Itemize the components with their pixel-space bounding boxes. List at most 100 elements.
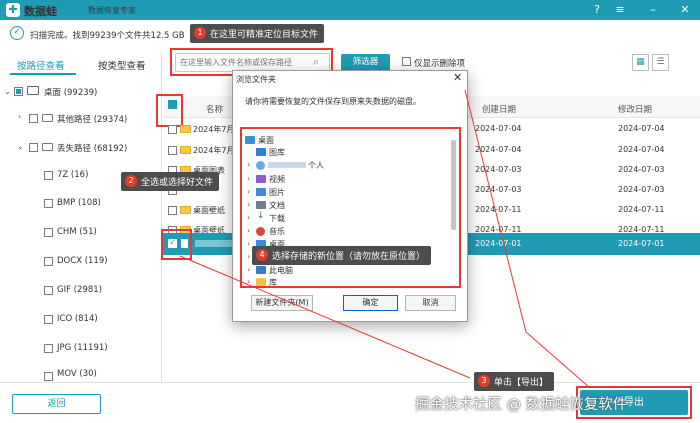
folder-icon <box>180 206 191 214</box>
folder-icon <box>180 125 191 133</box>
scan-complete-icon: ✓ <box>10 26 24 40</box>
tree-checkbox[interactable] <box>14 87 23 96</box>
dialog-close-icon[interactable]: ✕ <box>453 71 462 84</box>
tip-number: 4 <box>256 249 268 261</box>
modified-date: 2024-07-03 <box>618 165 665 174</box>
back-button[interactable]: 返回 <box>12 394 101 414</box>
new-folder-button[interactable]: 新建文件夹(M) <box>251 295 313 311</box>
tree-item-ico[interactable]: ICO (814) <box>57 314 98 324</box>
tip-number: 3 <box>478 375 490 387</box>
video-icon <box>256 175 266 183</box>
chevron-right-icon[interactable]: › <box>247 252 250 261</box>
ok-button[interactable]: 确定 <box>343 295 398 311</box>
grid-view-icon[interactable]: ▦ <box>632 54 649 71</box>
tree-checkbox[interactable] <box>29 114 38 123</box>
music-icon <box>256 227 265 236</box>
folder-tree-scrollbar[interactable] <box>451 140 456 230</box>
tip-number: 1 <box>194 27 206 39</box>
tree-item-bmp[interactable]: BMP (108) <box>57 198 101 208</box>
chevron-right-icon[interactable]: › <box>247 213 250 222</box>
chevron-right-icon[interactable]: › <box>247 277 250 286</box>
created-date: 2024-07-11 <box>475 205 522 214</box>
document-icon <box>256 201 266 209</box>
app-logo-icon: ✚ <box>6 3 20 17</box>
tree-checkbox[interactable] <box>44 257 53 266</box>
desktop-icon <box>245 136 255 144</box>
minimize-icon[interactable]: – <box>646 3 660 17</box>
app-name: 数据蛙 <box>24 5 57 18</box>
tree-item-lost-paths[interactable]: 丢失路径 (68192) <box>57 142 127 154</box>
dialog-node-video[interactable]: 视频 <box>269 174 285 185</box>
tree-checkbox[interactable] <box>29 143 38 152</box>
created-date: 2024-07-03 <box>475 185 522 194</box>
chevron-right-icon[interactable]: › <box>247 226 250 235</box>
chevron-right-icon[interactable]: › <box>18 112 21 121</box>
tip-select: 2 全选或选择好文件 <box>121 172 220 191</box>
tree-item-docx[interactable]: DOCX (119) <box>57 256 108 266</box>
tip-search: 1 在这里可精准定位目标文件 <box>190 24 325 43</box>
tree-item-desktop[interactable]: 桌面 (99239) <box>44 86 97 98</box>
chevron-right-icon[interactable]: › <box>247 265 250 274</box>
tab-by-path[interactable]: 按路径查看 <box>17 58 65 72</box>
tree-checkbox[interactable] <box>44 228 53 237</box>
blurred-file-name <box>195 240 233 247</box>
tree-checkbox[interactable] <box>44 199 53 208</box>
computer-icon <box>256 266 266 274</box>
chevron-down-icon[interactable]: ⌄ <box>17 142 24 151</box>
dialog-node-picture[interactable]: 图片 <box>269 187 285 198</box>
dialog-node-music[interactable]: 音乐 <box>269 226 285 237</box>
scan-status-text: 扫描完成。找到99239个文件共12.5 GB <box>30 31 185 41</box>
chevron-down-icon[interactable]: ⌄ <box>4 87 11 96</box>
modified-date: 2024-07-04 <box>618 145 665 154</box>
tree-item-7z[interactable]: 7Z (16) <box>57 170 88 180</box>
row-checkbox[interactable] <box>168 125 177 134</box>
folder-icon <box>42 114 53 122</box>
chevron-right-icon[interactable]: › <box>247 239 250 248</box>
tree-item-gif[interactable]: GIF (2981) <box>57 285 102 295</box>
tree-checkbox[interactable] <box>44 171 53 180</box>
cancel-button[interactable]: 取消 <box>405 295 456 311</box>
tree-item-chm[interactable]: CHM (51) <box>57 227 97 237</box>
tree-item-mov[interactable]: MOV (30) <box>57 369 97 379</box>
tree-checkbox[interactable] <box>44 372 53 381</box>
dialog-message: 请你将需要恢复的文件保存到原来失数据的磁盘。 <box>245 97 421 106</box>
list-view-icon[interactable]: ☰ <box>652 54 669 71</box>
dialog-node-library[interactable]: 库 <box>269 277 277 288</box>
dialog-node-desktop[interactable]: 桌面 <box>258 135 274 146</box>
column-header-created[interactable]: 创建日期 <box>482 103 516 115</box>
chevron-right-icon[interactable]: › <box>247 187 250 196</box>
close-icon[interactable]: ✕ <box>678 3 692 17</box>
chevron-right-icon[interactable]: › <box>247 160 250 169</box>
row-checkbox[interactable] <box>168 206 177 215</box>
menu-icon[interactable]: ≡ <box>613 3 627 17</box>
dialog-title: 浏览文件夹 <box>236 75 276 84</box>
chevron-right-icon[interactable]: › <box>247 200 250 209</box>
dialog-node-gallery[interactable]: 图库 <box>269 147 285 158</box>
dialog-node-download[interactable]: 下载 <box>269 213 285 224</box>
dialog-node-this-pc[interactable]: 此电脑 <box>269 265 293 276</box>
blurred-user-name <box>268 162 306 168</box>
app-subtitle: 数据恢复专家 <box>88 6 136 15</box>
tree-checkbox[interactable] <box>44 286 53 295</box>
watermark: 掘金技术社区 @ 数据蛙恢复软件 <box>415 397 628 413</box>
dialog-node-user[interactable]: 个人 <box>308 160 324 171</box>
tree-item-other-paths[interactable]: 其他路径 (29374) <box>57 113 127 125</box>
filter-button[interactable]: 筛选器 <box>341 54 390 71</box>
deleted-only-checkbox[interactable] <box>402 57 411 66</box>
column-header-modified[interactable]: 修改日期 <box>618 103 652 115</box>
created-date: 2024-07-01 <box>475 239 522 248</box>
row-checkbox[interactable] <box>168 146 177 155</box>
tab-by-type[interactable]: 按类型查看 <box>98 58 146 72</box>
user-icon <box>256 161 265 170</box>
file-name: 2024年7月 <box>193 125 235 134</box>
column-header-name[interactable]: 名称 <box>206 103 223 115</box>
tree-checkbox[interactable] <box>44 315 53 324</box>
tree-checkbox[interactable] <box>44 344 53 353</box>
chevron-right-icon[interactable]: › <box>247 174 250 183</box>
sidebar <box>0 52 162 382</box>
tree-item-jpg[interactable]: JPG (11191) <box>57 343 108 353</box>
file-name: 2024年7月 <box>193 146 235 155</box>
dialog-node-document[interactable]: 文档 <box>269 200 285 211</box>
tip-text: 单击【导出】 <box>494 378 549 388</box>
question-icon[interactable]: ? <box>590 3 604 17</box>
